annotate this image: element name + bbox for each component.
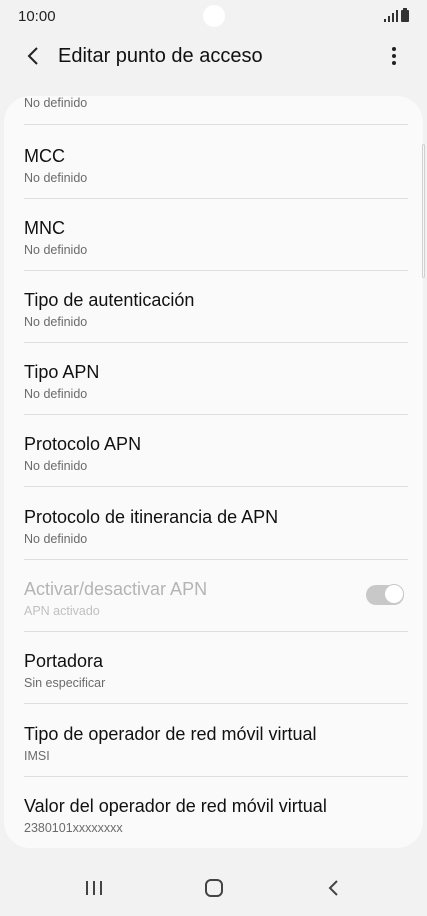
more-vertical-icon[interactable] [382, 44, 406, 68]
item-subtitle: No definido [24, 532, 88, 546]
list-item-apn-type[interactable]: Tipo APN No definido [24, 342, 408, 415]
list-item-bearer[interactable]: Portadora Sin especificar [24, 631, 408, 704]
list-item-apn-roaming-protocol[interactable]: Protocolo de itinerancia de APN No defin… [24, 487, 408, 560]
item-subtitle: Sin especificar [24, 676, 106, 690]
item-title: MNC [24, 218, 65, 238]
item-title: Valor del operador de red móvil virtual [24, 796, 327, 816]
settings-list: No definido MCC No definido MNC No defin… [4, 96, 423, 848]
chevron-left-icon[interactable] [22, 44, 46, 68]
item-title: Tipo de operador de red móvil virtual [24, 724, 317, 744]
item-title: Tipo de autenticación [24, 290, 195, 310]
item-subtitle: IMSI [24, 749, 50, 763]
item-subtitle: No definido [24, 459, 88, 473]
item-title: Portadora [24, 651, 104, 671]
list-item-apn-toggle: Activar/desactivar APN APN activado [24, 559, 408, 632]
item-subtitle: APN activado [24, 604, 100, 618]
item-subtitle: No definido [24, 315, 88, 329]
page-title: Editar punto de acceso [58, 45, 263, 67]
list-item-apn-protocol[interactable]: Protocolo APN No definido [24, 414, 408, 487]
item-subtitle: No definido [24, 387, 88, 401]
item-subtitle: No definido [24, 96, 88, 110]
list-item[interactable]: No definido [24, 96, 408, 125]
list-item-mnc[interactable]: MNC No definido [24, 198, 408, 271]
app-bar: Editar punto de acceso [0, 34, 427, 80]
list-item-mcc[interactable]: MCC No definido [24, 126, 408, 199]
item-subtitle: No definido [24, 171, 88, 185]
navigation-bar [0, 860, 427, 916]
apn-toggle-switch [366, 584, 404, 605]
battery-icon [401, 8, 409, 22]
list-item-mvno-value[interactable]: Valor del operador de red móvil virtual … [24, 776, 408, 848]
item-title: Activar/desactivar APN [24, 579, 208, 599]
item-title: Protocolo de itinerancia de APN [24, 507, 279, 527]
home-icon[interactable] [202, 876, 226, 900]
scrollbar[interactable] [422, 144, 425, 278]
camera-cutout [203, 5, 225, 27]
back-icon[interactable] [322, 876, 346, 900]
recent-apps-icon[interactable] [82, 878, 106, 898]
status-time: 10:00 [18, 8, 56, 25]
list-item-auth-type[interactable]: Tipo de autenticación No definido [24, 270, 408, 343]
list-item-mvno-type[interactable]: Tipo de operador de red móvil virtual IM… [24, 704, 408, 777]
item-subtitle: No definido [24, 243, 88, 257]
signal-icon [384, 10, 398, 22]
status-bar: 10:00 [0, 0, 427, 34]
item-title: Protocolo APN [24, 434, 142, 454]
item-subtitle: 2380101xxxxxxxx [24, 821, 123, 835]
item-title: MCC [24, 146, 65, 166]
item-title: Tipo APN [24, 362, 100, 382]
toggle-knob [384, 584, 404, 604]
